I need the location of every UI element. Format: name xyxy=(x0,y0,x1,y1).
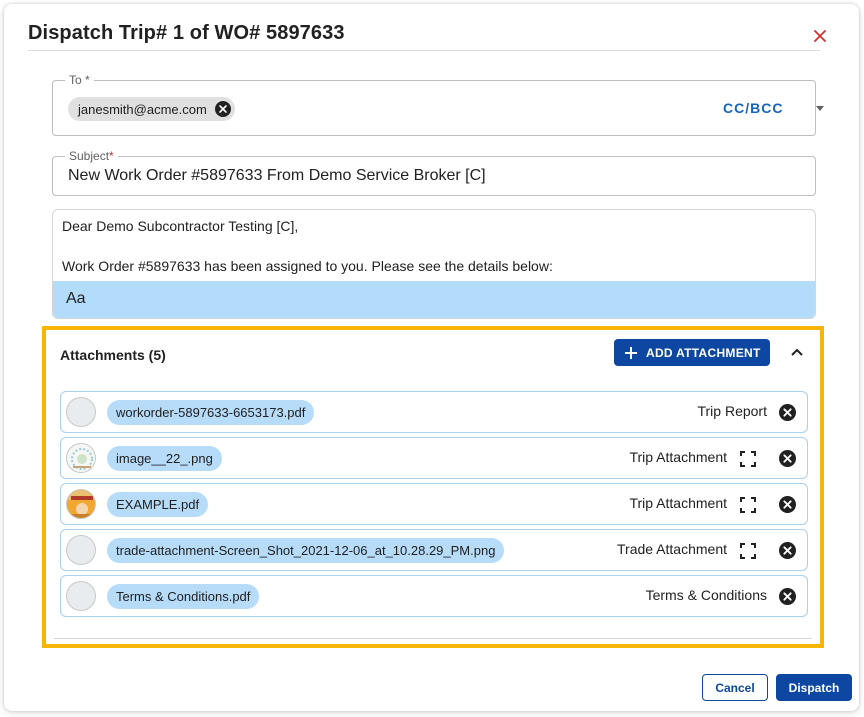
cancel-button[interactable]: Cancel xyxy=(702,674,768,701)
remove-attachment-icon[interactable] xyxy=(779,450,796,467)
attachment-file-chip[interactable]: trade-attachment-Screen_Shot_2021-12-06_… xyxy=(107,538,505,563)
subject-label-text: Subject xyxy=(69,149,110,163)
required-marker: * xyxy=(109,149,114,163)
attachments-divider xyxy=(54,638,812,639)
close-icon xyxy=(814,30,826,42)
to-field[interactable]: To * janesmith@acme.com CC/BCC xyxy=(52,73,816,136)
file-thumbnail xyxy=(66,581,96,611)
subject-field: Subject* xyxy=(52,149,816,196)
attachment-file-chip[interactable]: EXAMPLE.pdf xyxy=(107,492,209,517)
attachment-row: trade-attachment-Screen_Shot_2021-12-06_… xyxy=(60,529,808,571)
dialog-title: Dispatch Trip# 1 of WO# 5897633 xyxy=(28,22,345,44)
attachment-type: Terms & Conditions xyxy=(645,587,767,603)
attachment-type: Trip Report xyxy=(697,403,767,419)
attachment-row: workorder-5897633-6653173.pdf Trip Repor… xyxy=(60,391,808,433)
body-line-assignment: Work Order #5897633 has been assigned to… xyxy=(62,258,553,274)
format-toolbar: Aa xyxy=(53,281,815,318)
cc-bcc-button[interactable]: CC/BCC xyxy=(723,100,783,116)
file-thumbnail xyxy=(66,397,96,427)
expand-icon[interactable] xyxy=(740,451,756,467)
subject-input[interactable] xyxy=(68,167,798,185)
text-format-button[interactable]: Aa xyxy=(66,290,86,308)
image-thumbnail xyxy=(66,443,96,473)
photo-preview-icon xyxy=(67,490,95,518)
photo-thumbnail xyxy=(66,489,96,519)
expand-icon[interactable] xyxy=(740,497,756,513)
image-preview-icon xyxy=(71,448,93,470)
dispatch-button[interactable]: Dispatch xyxy=(776,674,852,701)
chevron-up-icon[interactable] xyxy=(790,345,804,359)
remove-recipient-icon[interactable] xyxy=(214,101,231,117)
email-body-editor[interactable]: Dear Demo Subcontractor Testing [C], Wor… xyxy=(52,209,816,319)
expand-icon[interactable] xyxy=(740,543,756,559)
plus-icon xyxy=(625,346,637,359)
remove-attachment-icon[interactable] xyxy=(779,542,796,559)
attachment-type: Trade Attachment xyxy=(617,541,727,557)
attachment-row: image__22_.png Trip Attachment xyxy=(60,437,808,479)
remove-attachment-icon[interactable] xyxy=(779,496,796,513)
attachments-title: Attachments (5) xyxy=(60,347,166,363)
attachments-section: Attachments (5) ADD ATTACHMENT workorder… xyxy=(42,326,824,648)
recipients-dropdown-icon[interactable] xyxy=(814,102,826,114)
remove-attachment-icon[interactable] xyxy=(779,404,796,421)
attachment-row: EXAMPLE.pdf Trip Attachment xyxy=(60,483,808,525)
recipient-chip[interactable]: janesmith@acme.com xyxy=(68,97,235,121)
title-divider xyxy=(28,50,820,51)
attachment-file-chip[interactable]: Terms & Conditions.pdf xyxy=(107,584,260,609)
recipient-email: janesmith@acme.com xyxy=(78,101,207,117)
remove-attachment-icon[interactable] xyxy=(779,588,796,605)
attachment-type: Trip Attachment xyxy=(629,495,727,511)
file-thumbnail xyxy=(66,535,96,565)
attachment-file-chip[interactable]: image__22_.png xyxy=(107,446,222,471)
add-attachment-label: ADD ATTACHMENT xyxy=(646,345,761,360)
body-line-greeting: Dear Demo Subcontractor Testing [C], xyxy=(62,218,299,234)
add-attachment-button[interactable]: ADD ATTACHMENT xyxy=(614,339,770,366)
close-button[interactable] xyxy=(810,26,830,46)
subject-field-label: Subject* xyxy=(65,149,118,163)
attachment-type: Trip Attachment xyxy=(629,449,727,465)
attachment-row: Terms & Conditions.pdf Terms & Condition… xyxy=(60,575,808,617)
attachment-file-chip[interactable]: workorder-5897633-6653173.pdf xyxy=(107,400,315,425)
to-field-label: To * xyxy=(65,73,94,87)
